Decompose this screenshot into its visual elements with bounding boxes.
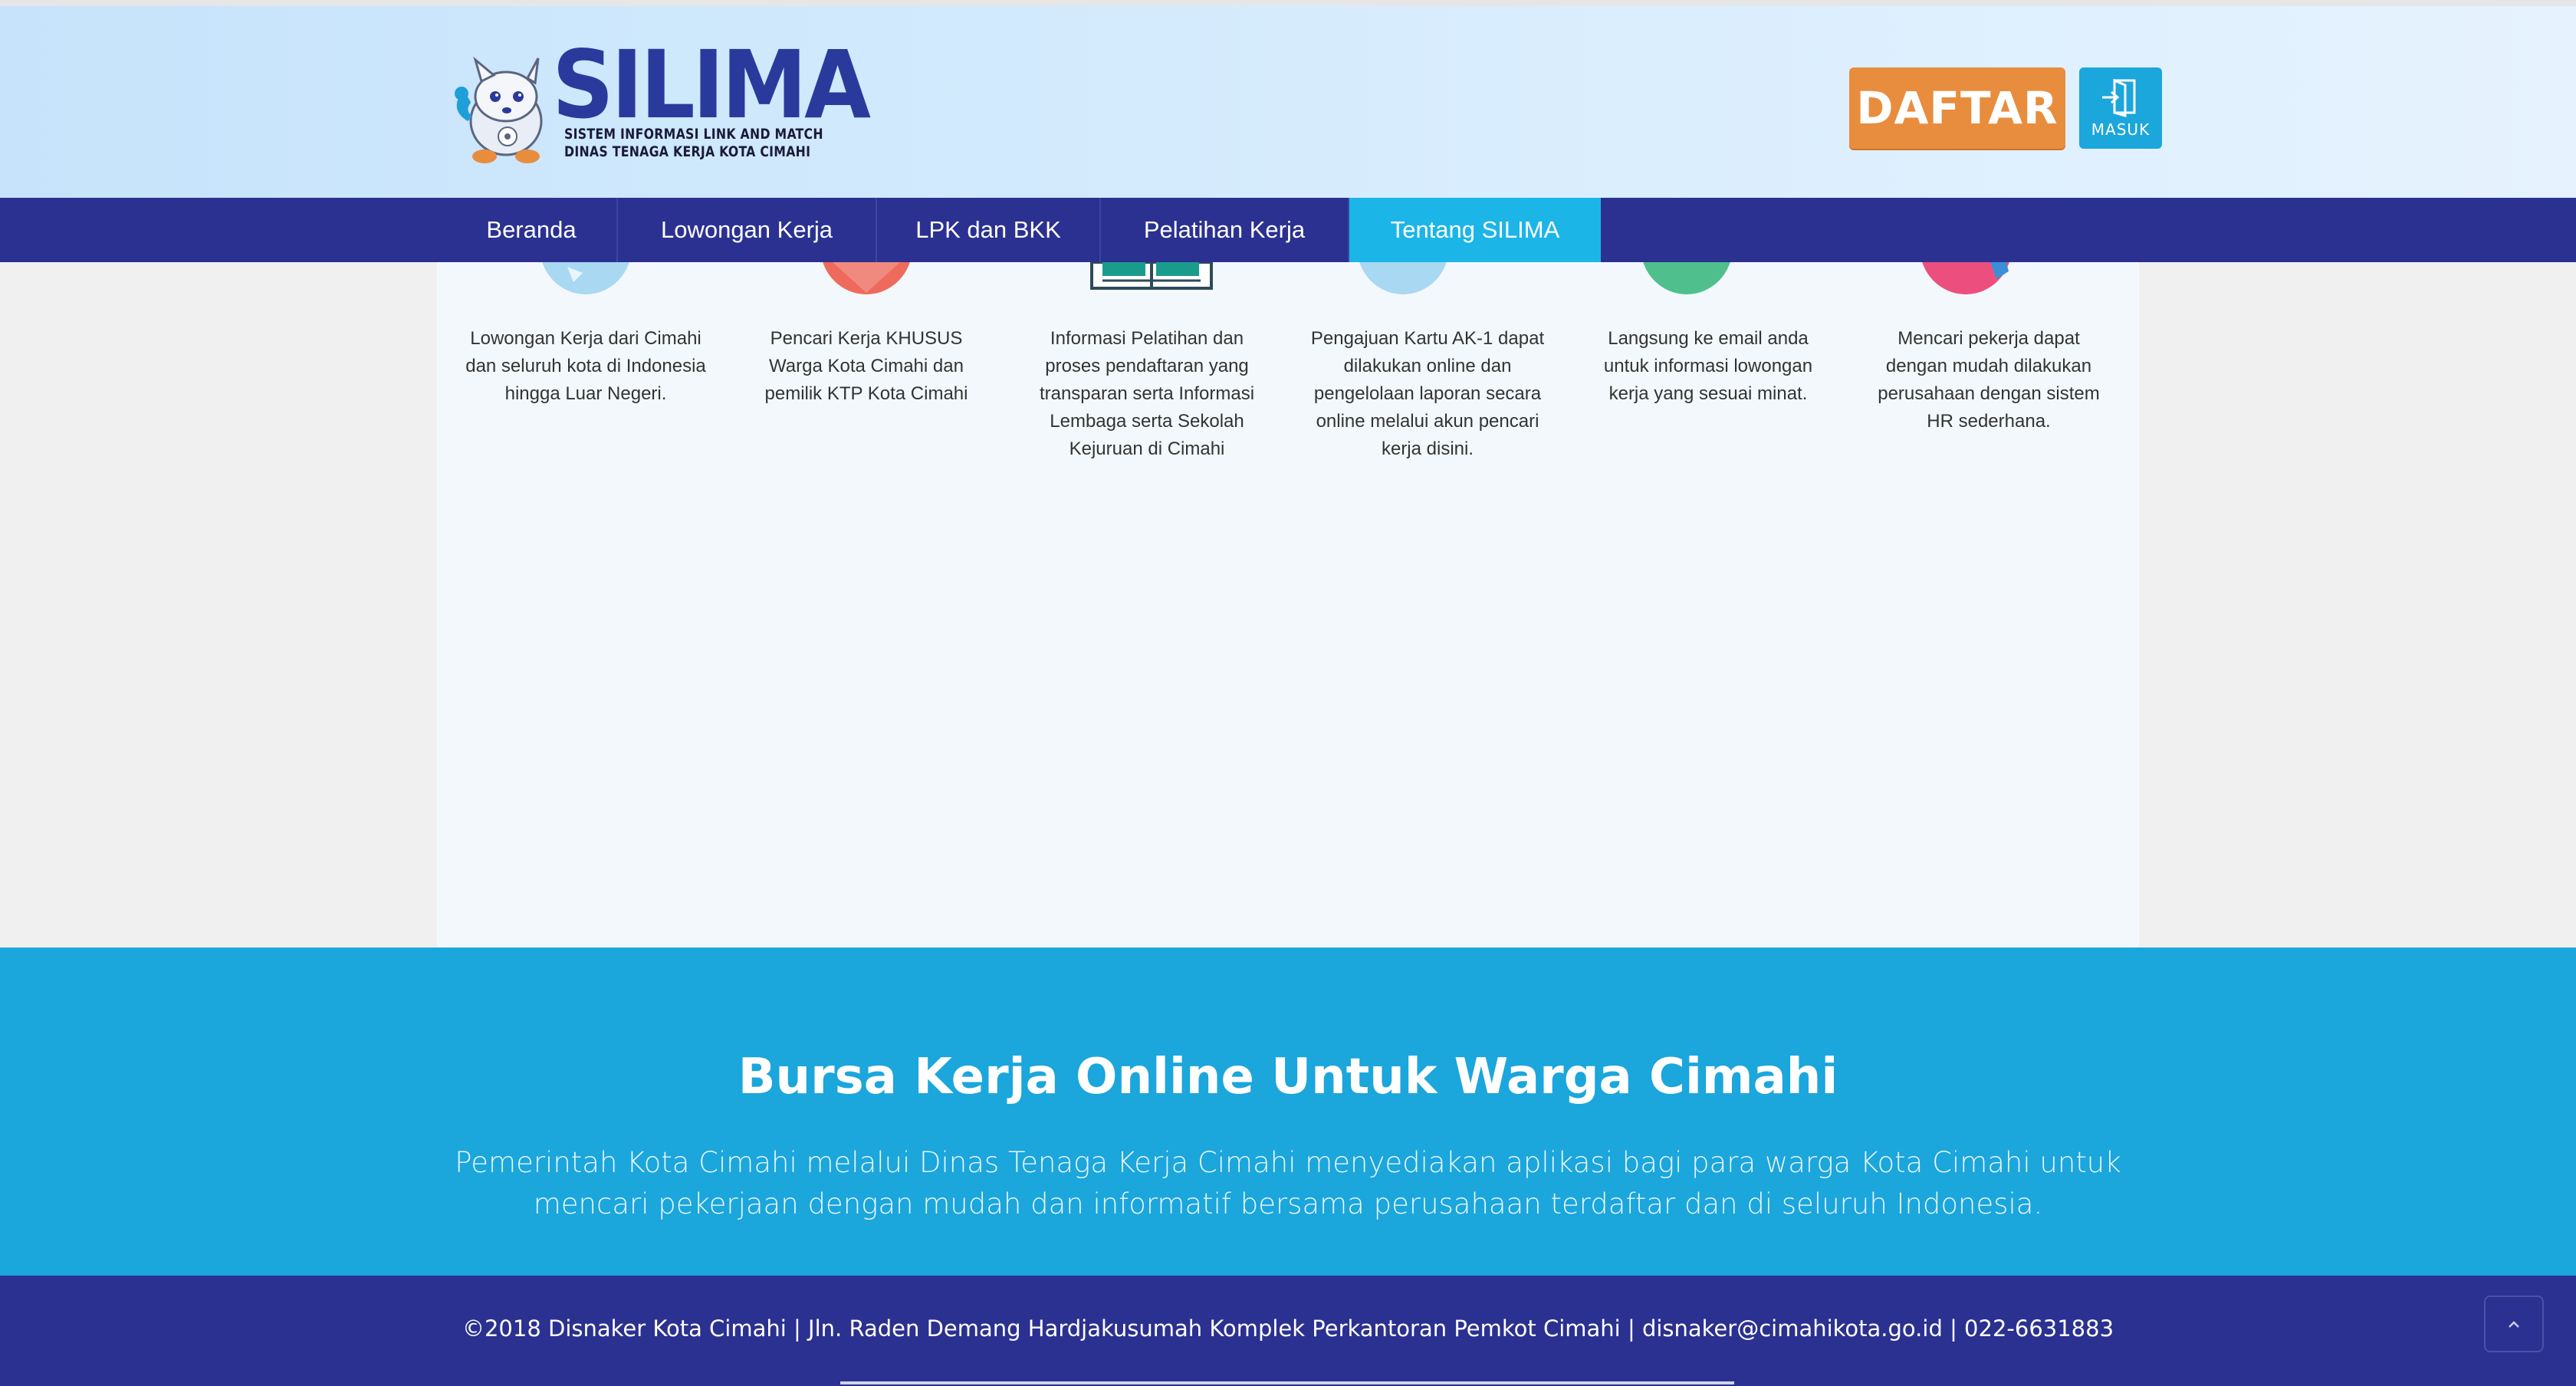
nav-item-beranda[interactable]: Beranda	[446, 198, 618, 262]
footer-contact-text: ©2018 Disnaker Kota Cimahi | Jln. Raden …	[462, 1315, 2114, 1342]
nav-item-lpk-bkk[interactable]: LPK dan BKK	[877, 198, 1101, 262]
banner-description: Pemerintah Kota Cimahi melalui Dinas Ten…	[455, 1146, 2121, 1220]
feature-text-kartu-ak1: Pengajuan Kartu AK-1 dapat dilakukan onl…	[1310, 328, 1545, 459]
nav-item-pelatihan-kerja[interactable]: Pelatihan Kerja	[1101, 198, 1349, 262]
logo-subtitle: SISTEM INFORMASI LINK AND MATCH DINAS TE…	[564, 126, 823, 161]
register-button[interactable]: DAFTAR	[1849, 67, 2065, 149]
logo-subtitle-line-2: DINAS TENAGA KERJA KOTA CIMAHI	[564, 143, 811, 160]
open-book-icon	[1090, 262, 1213, 290]
feature-text-lowongan: Lowongan Kerja dari Cimahi dan seluruh k…	[465, 328, 706, 404]
login-button[interactable]: MASUK	[2079, 67, 2162, 149]
nav-item-lowongan-kerja[interactable]: Lowongan Kerja	[618, 198, 877, 262]
email-icon	[1643, 262, 1730, 294]
feature-text-pelatihan: Informasi Pelatihan dan proses pendaftar…	[1039, 328, 1255, 459]
horizontal-scroll-indicator[interactable]	[840, 1381, 1734, 1384]
back-to-top-button[interactable]	[2484, 1296, 2544, 1352]
logo-subtitle-line-1: SISTEM INFORMASI LINK AND MATCH	[564, 126, 823, 143]
login-label: MASUK	[2091, 120, 2150, 139]
id-card-icon	[1359, 262, 1447, 294]
nav-item-tentang-silima[interactable]: Tentang SILIMA	[1349, 198, 1601, 262]
chevron-up-icon	[2509, 1321, 2519, 1328]
silima-logo[interactable]: SILIMA SISTEM INFORMASI LINK AND MATCH D…	[445, 38, 871, 169]
chat-bubble-icon	[542, 262, 629, 294]
banner-title: Bursa Kerja Online Untuk Warga Cimahi	[738, 1049, 1838, 1105]
site-header: SILIMA SISTEM INFORMASI LINK AND MATCH D…	[0, 0, 2576, 198]
location-pin-icon	[823, 262, 910, 294]
door-enter-icon	[2102, 78, 2136, 117]
feature-text-pencari-kerja: Pencari Kerja KHUSUS Warga Kota Cimahi d…	[764, 328, 968, 404]
feature-text-email: Langsung ke email anda untuk informasi l…	[1603, 328, 1813, 404]
search-people-icon	[1922, 262, 2009, 294]
mascot-icon	[455, 56, 543, 163]
logo-wordmark: SILIMA	[552, 31, 871, 140]
main-nav: Beranda Lowongan Kerja LPK dan BKK Pelat…	[0, 198, 2576, 262]
about-banner	[0, 948, 2576, 1276]
feature-text-hr: Mencari pekerja dapat dengan mudah dilak…	[1878, 328, 2100, 432]
